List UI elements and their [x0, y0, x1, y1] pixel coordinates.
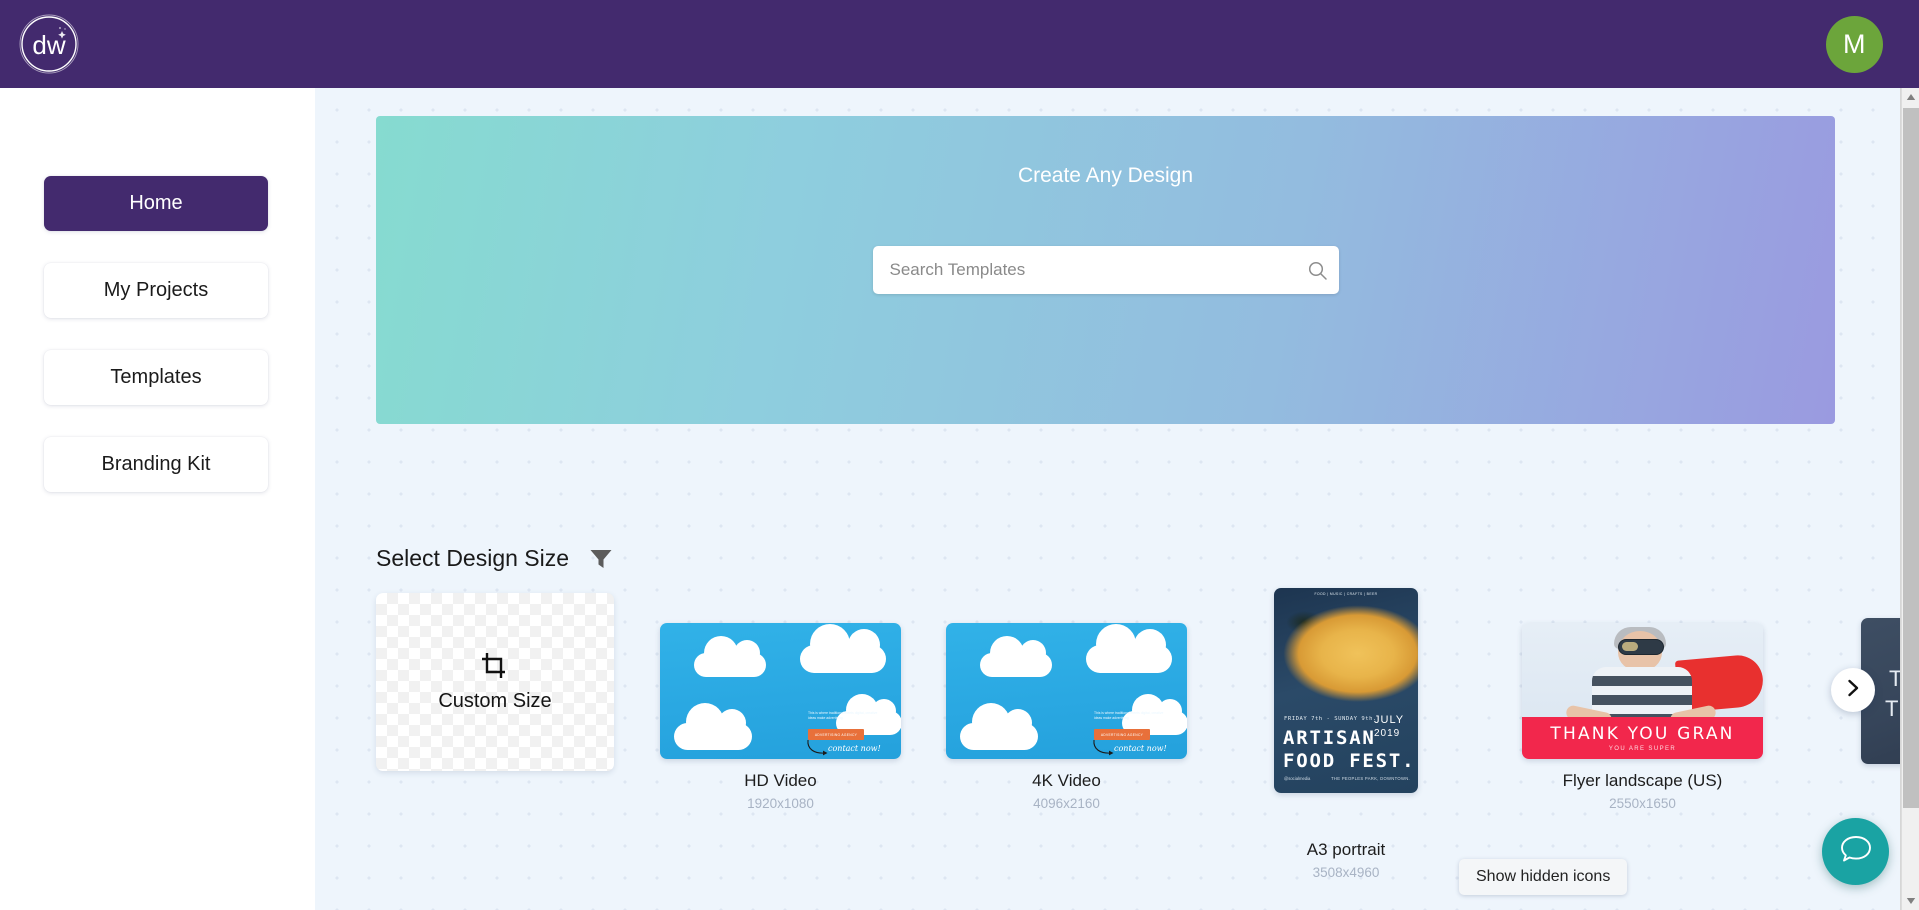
carousel-next-button[interactable]: [1831, 668, 1875, 712]
user-avatar[interactable]: M: [1826, 16, 1883, 73]
content-divider: [1900, 88, 1901, 910]
vertical-scrollbar[interactable]: [1901, 88, 1919, 910]
poster-date: FRIDAY 7th - SUNDAY 9th.: [1284, 716, 1377, 722]
app-root: dw M Home My Projects Templates Branding…: [0, 0, 1919, 910]
sidebar-item-my-projects[interactable]: My Projects: [44, 263, 268, 318]
design-size-name: A3 portrait: [1306, 840, 1386, 859]
hero-banner: Create Any Design: [376, 116, 1835, 424]
sidebar-item-label: My Projects: [103, 279, 209, 301]
design-thumbnail: FOOD | MUSIC | CRAFTS | BEER FRIDAY 7th …: [1274, 588, 1418, 793]
crop-icon: [480, 651, 510, 686]
design-size-dims: 2550x1650: [1609, 796, 1676, 811]
poster-handle: @socialmedia: [1284, 776, 1311, 781]
thumb-body-text: This is where traditional meets digital,…: [1094, 711, 1164, 720]
design-size-dims: 1920x1080: [747, 796, 814, 811]
design-size-name: HD Video: [744, 771, 817, 790]
design-size-name: 4K Video: [1032, 771, 1101, 790]
custom-size-label: Custom Size: [438, 690, 552, 712]
chat-bubble-button[interactable]: [1822, 818, 1889, 885]
sidebar-item-templates[interactable]: Templates: [44, 350, 268, 405]
filter-funnel-icon[interactable]: [589, 548, 613, 570]
design-size-header: Select Design Size: [376, 545, 613, 572]
artisan-food-fest-poster-thumbnail: FOOD | MUSIC | CRAFTS | BEER FRIDAY 7th …: [1274, 588, 1418, 793]
top-bar: dw M: [0, 0, 1919, 88]
sidebar-item-branding-kit[interactable]: Branding Kit: [44, 437, 268, 492]
scroll-down-button[interactable]: [1902, 892, 1919, 910]
custom-size-box[interactable]: Custom Size: [376, 593, 614, 771]
design-thumbnail: This is where traditional meets digital,…: [946, 623, 1187, 759]
poster-headline-1: ARTISAN: [1283, 727, 1376, 749]
section-title: Select Design Size: [376, 545, 570, 571]
search-input[interactable]: [872, 260, 1297, 280]
chevron-right-icon: [1843, 678, 1863, 703]
sky-clouds-thumbnail: This is where traditional meets digital,…: [660, 623, 901, 759]
scroll-up-button[interactable]: [1902, 88, 1919, 106]
sidebar: Home My Projects Templates Branding Kit …: [0, 88, 315, 910]
sidebar-item-label: Home: [129, 192, 183, 214]
design-size-dims: 4096x2160: [1033, 796, 1100, 811]
custom-size-card[interactable]: Custom Size: [376, 593, 614, 771]
thumb-contact-text: contact now!: [1114, 744, 1167, 753]
scrollbar-thumb[interactable]: [1903, 108, 1919, 808]
main-content: Create Any Design Select Design Size: [315, 88, 1901, 910]
sidebar-item-label: Branding Kit: [101, 453, 211, 475]
show-hidden-icons-button[interactable]: Show hidden icons: [1459, 859, 1628, 895]
search-icon[interactable]: [1297, 260, 1339, 281]
design-size-dims: 3508x4960: [1312, 865, 1380, 880]
thumb-contact-text: contact now!: [828, 744, 881, 753]
flyer-band: THANK YOU GRAN YOU ARE SUPER: [1522, 717, 1763, 759]
sidebar-nav: Home My Projects Templates Branding Kit: [44, 176, 268, 524]
caret-up-icon: [1906, 88, 1916, 106]
caret-down-icon: [1906, 892, 1916, 910]
sidebar-item-home[interactable]: Home: [44, 176, 268, 231]
partial-card-text-2: TO: [1885, 696, 1901, 721]
design-size-carousel: Custom Size This is where traditional me…: [376, 588, 1901, 893]
sidebar-item-label: Templates: [110, 366, 202, 388]
thank-you-gran-flyer-thumbnail: THANK YOU GRAN YOU ARE SUPER: [1522, 623, 1763, 759]
flyer-subline: YOU ARE SUPER: [1608, 746, 1677, 752]
poster-top-bar: FOOD | MUSIC | CRAFTS | BEER: [1314, 592, 1378, 596]
poster-venue: THE PEOPLES PARK, DOWNTOWN.: [1331, 776, 1410, 781]
sky-clouds-thumbnail: This is where traditional meets digital,…: [946, 623, 1187, 759]
chat-bubble-icon: [1839, 833, 1873, 870]
design-thumbnail: THANK YOU GRAN YOU ARE SUPER: [1522, 623, 1763, 759]
brand-logo[interactable]: dw: [14, 9, 84, 79]
poster-month: JULY: [1374, 714, 1405, 726]
design-thumbnail: This is where traditional meets digital,…: [660, 623, 901, 759]
hero-title: Create Any Design: [1017, 164, 1194, 187]
design-size-card-flyer-landscape[interactable]: THANK YOU GRAN YOU ARE SUPER Flyer lands…: [1522, 623, 1763, 811]
search-bar[interactable]: [872, 246, 1339, 294]
flyer-headline: THANK YOU GRAN: [1550, 724, 1735, 744]
design-size-name: Flyer landscape (US): [1562, 771, 1723, 790]
design-size-card-a3-portrait[interactable]: FOOD | MUSIC | CRAFTS | BEER FRIDAY 7th …: [1274, 588, 1418, 880]
poster-headline-2: FOOD FEST.: [1283, 750, 1416, 772]
thumb-body-text: This is where traditional meets digital,…: [808, 711, 878, 720]
design-size-card-4k-video[interactable]: This is where traditional meets digital,…: [946, 623, 1187, 811]
poster-year: 2019: [1374, 728, 1401, 739]
design-size-card-hd-video[interactable]: This is where traditional meets digital,…: [660, 623, 901, 811]
